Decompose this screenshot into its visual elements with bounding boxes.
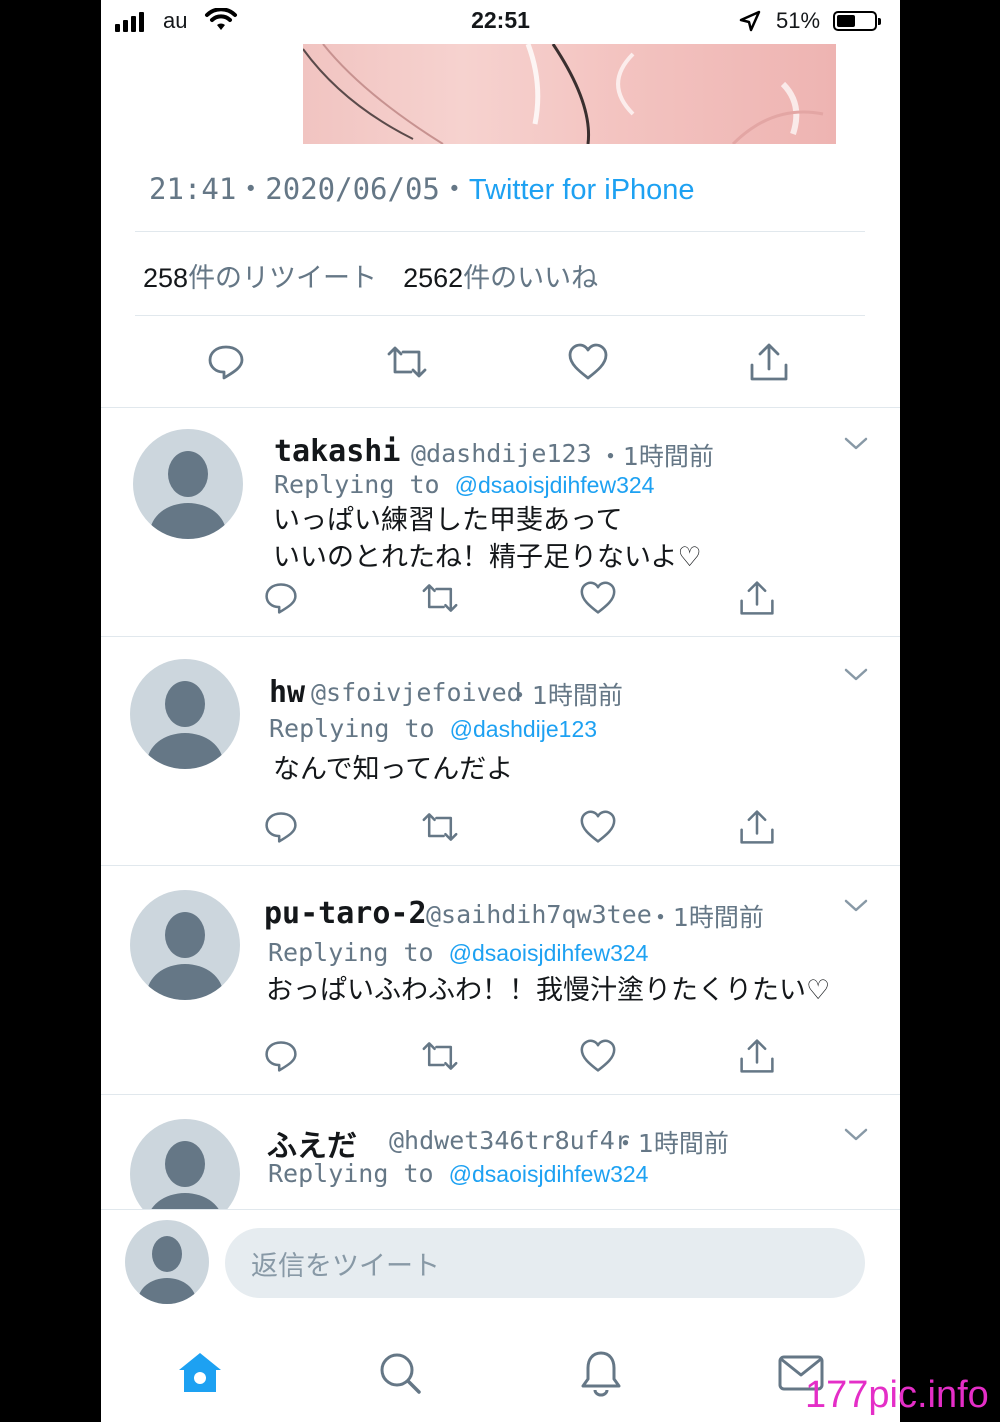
- reply-text: いっぱい練習した甲斐あって いいのとれたね！精子足りないよ♡: [273, 502, 702, 576]
- share-icon[interactable]: [735, 805, 779, 849]
- share-icon[interactable]: [735, 1034, 779, 1078]
- tweet-timestamp: 21:41・2020/06/05・Twitter for iPhone: [149, 166, 695, 208]
- avatar[interactable]: [125, 1220, 209, 1304]
- notifications-icon[interactable]: [576, 1348, 626, 1398]
- retweet-icon[interactable]: [385, 340, 429, 384]
- avatar[interactable]: [130, 659, 240, 769]
- retweet-label: 件のリツイート: [188, 263, 378, 294]
- replying-to: Replying to @dsaoisjdihfew324: [268, 938, 648, 967]
- reply-text: おっぱいふわふわ！！我慢汁塗りたくりたい♡: [266, 972, 830, 1009]
- reply-text: なんで知ってんだよ: [273, 751, 513, 788]
- avatar[interactable]: [130, 890, 240, 1000]
- battery-percent: 51%: [776, 8, 821, 33]
- reply-text-line: いいのとれたね！精子足りないよ♡: [273, 542, 702, 573]
- tweet-source-link[interactable]: Twitter for iPhone: [469, 174, 695, 206]
- reply-author-name[interactable]: pu-taro-2: [264, 896, 427, 931]
- phone-screen: au 22:51 51% 21:41・2020/06/05・Twitter fo…: [101, 0, 900, 1422]
- tweet-media-image[interactable]: [303, 44, 836, 144]
- share-icon[interactable]: [735, 576, 779, 620]
- replying-to-link[interactable]: @dsaoisjdihfew324: [455, 472, 655, 498]
- replying-to: Replying to @dashdije123: [269, 714, 597, 743]
- tweet-stats: 258件のリツイート 2562件のいいね: [143, 256, 598, 295]
- retweet-icon[interactable]: [418, 1034, 462, 1078]
- like-label: 件のいいね: [463, 263, 599, 294]
- search-icon[interactable]: [375, 1348, 425, 1398]
- chevron-down-icon[interactable]: [843, 436, 869, 456]
- divider: [135, 315, 865, 316]
- tweet-time: 21:41・2020/06/05・: [149, 172, 469, 206]
- like-stat[interactable]: 2562件のいいね: [403, 263, 598, 294]
- reply-text-line: なんで知ってんだよ: [273, 754, 514, 785]
- reply-text-line: いっぱい練習した甲斐あって: [273, 505, 623, 536]
- retweet-stat[interactable]: 258件のリツイート: [143, 263, 377, 294]
- reply-time: ・1時間前: [613, 1129, 729, 1158]
- reply-tweet[interactable]: takashi @dashdije123 ・1時間前 Replying to @…: [101, 407, 900, 636]
- like-icon[interactable]: [576, 576, 620, 620]
- battery-icon: [833, 11, 881, 31]
- tab-bar: [101, 1320, 900, 1422]
- divider: [135, 231, 865, 232]
- reply-icon[interactable]: [259, 1034, 303, 1078]
- reply-author-handle[interactable]: @sfoivjefoived: [311, 678, 522, 707]
- replying-to-link[interactable]: @dashdije123: [450, 716, 597, 742]
- replying-label: Replying to: [274, 470, 440, 499]
- reply-time: ・1時間前: [598, 442, 714, 471]
- like-icon[interactable]: [566, 340, 610, 384]
- reply-author-handle[interactable]: @saihdih7qw3tee: [426, 900, 652, 929]
- reply-icon[interactable]: [204, 340, 248, 384]
- chevron-down-icon[interactable]: [843, 1127, 869, 1147]
- reply-input[interactable]: 返信をツイート: [225, 1228, 865, 1298]
- replying-label: Replying to: [269, 714, 435, 743]
- replying-to-link[interactable]: @dsaoisjdihfew324: [449, 940, 649, 966]
- reply-time: ・1時間前: [507, 681, 623, 710]
- reply-tweet[interactable]: pu-taro-2 @saihdih7qw3tee ・1時間前 Replying…: [101, 865, 900, 1094]
- reply-author-handle[interactable]: @dashdije123: [411, 439, 592, 468]
- reply-icon[interactable]: [259, 805, 303, 849]
- retweet-icon[interactable]: [418, 576, 462, 620]
- reply-text-line: おっぱいふわふわ！！我慢汁塗りたくりたい♡: [266, 975, 831, 1006]
- reply-author-name[interactable]: takashi: [274, 434, 400, 469]
- reply-tweet[interactable]: hw @sfoivjefoived ・1時間前 Replying to @das…: [101, 636, 900, 865]
- reply-author-handle[interactable]: @hdwet346tr8uf4r: [389, 1126, 630, 1155]
- replying-to: Replying to @dsaoisjdihfew324: [268, 1159, 648, 1188]
- avatar[interactable]: [133, 429, 243, 539]
- chevron-down-icon[interactable]: [843, 898, 869, 918]
- like-count: 2562: [403, 263, 464, 293]
- chevron-down-icon[interactable]: [843, 667, 869, 687]
- replying-label: Replying to: [268, 1159, 434, 1188]
- location-icon: [739, 10, 761, 36]
- reply-time: ・1時間前: [648, 903, 764, 932]
- replying-to: Replying to @dsaoisjdihfew324: [274, 470, 654, 499]
- like-icon[interactable]: [576, 805, 620, 849]
- reply-author-name[interactable]: hw: [269, 675, 305, 710]
- like-icon[interactable]: [576, 1034, 620, 1078]
- status-bar: au 22:51 51%: [101, 0, 900, 44]
- replying-label: Replying to: [268, 938, 434, 967]
- reply-composer: 返信をツイート: [101, 1209, 900, 1320]
- watermark: 177pic.info: [805, 1374, 989, 1416]
- retweet-icon[interactable]: [418, 805, 462, 849]
- reply-tweet[interactable]: ふえだ @hdwet346tr8uf4r ・1時間前 Replying to @…: [101, 1094, 900, 1210]
- home-icon[interactable]: [175, 1348, 225, 1398]
- share-icon[interactable]: [747, 340, 791, 384]
- reply-icon[interactable]: [259, 576, 303, 620]
- avatar[interactable]: [130, 1119, 240, 1210]
- retweet-count: 258: [143, 263, 189, 293]
- replying-to-link[interactable]: @dsaoisjdihfew324: [449, 1161, 649, 1187]
